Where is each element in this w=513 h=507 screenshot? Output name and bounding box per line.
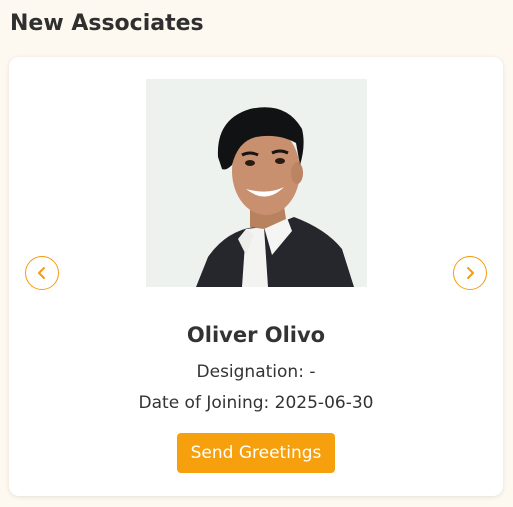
previous-button[interactable] (25, 256, 59, 290)
section-title: New Associates (10, 11, 204, 36)
associate-name: Oliver Olivo (186, 323, 326, 347)
chevron-left-icon (38, 267, 45, 279)
send-greetings-button[interactable]: Send Greetings (177, 433, 335, 473)
next-button[interactable] (453, 256, 487, 290)
associate-card: Oliver Olivo Designation: - Date of Join… (9, 57, 503, 496)
person-photo-icon (146, 79, 367, 287)
chevron-right-icon (467, 267, 474, 279)
associate-date-of-joining: Date of Joining: 2025-06-30 (138, 393, 374, 413)
associate-photo (146, 79, 367, 287)
associate-designation: Designation: - (196, 362, 316, 382)
